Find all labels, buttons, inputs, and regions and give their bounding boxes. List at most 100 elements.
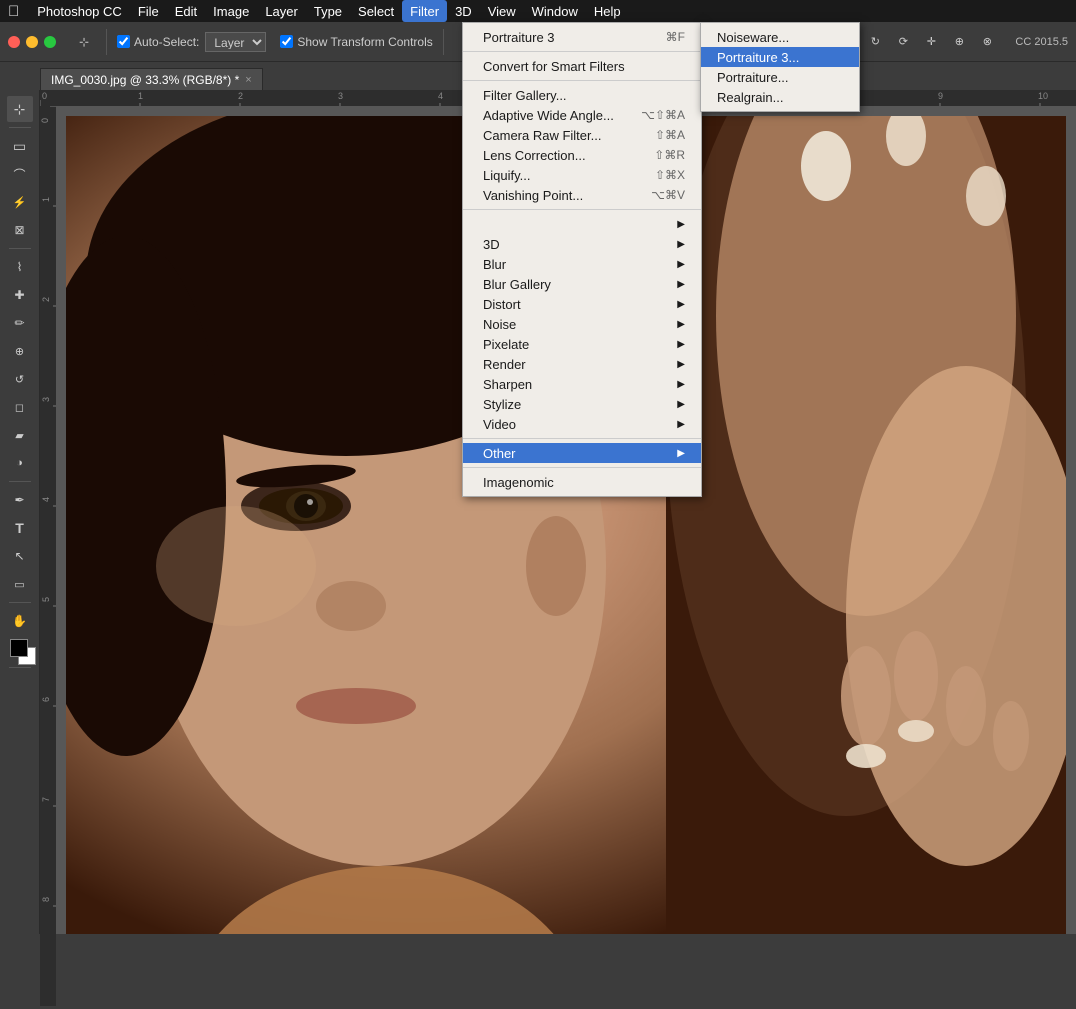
auto-select-label: Auto-Select: xyxy=(134,35,199,49)
menu-item-video[interactable]: Stylize ▶ xyxy=(463,394,701,414)
menu-item-label: Blur Gallery xyxy=(483,277,551,292)
maximize-button[interactable] xyxy=(44,36,56,48)
submenu-arrow-icon: ▶ xyxy=(677,359,685,370)
color-swatches xyxy=(3,677,37,707)
menu-item-label: Convert for Smart Filters xyxy=(483,59,625,74)
svg-text:3: 3 xyxy=(338,91,343,101)
menu-item-3d[interactable]: ▶ xyxy=(463,214,701,234)
toolbar-sep-1 xyxy=(106,29,107,55)
quick-select-tool[interactable]: ⚡ xyxy=(7,189,33,215)
submenu-item-noiseware[interactable]: Noiseware... xyxy=(701,27,859,47)
submenu-item-label: Portraiture 3... xyxy=(717,50,799,65)
menu-item-stylize[interactable]: Sharpen ▶ xyxy=(463,374,701,394)
menu-item-label: Liquify... xyxy=(483,168,530,183)
menu-shortcut: ⇧⌘R xyxy=(654,148,685,162)
pen-tool[interactable]: ✒ xyxy=(7,487,33,513)
crop-tool[interactable]: ⊠ xyxy=(7,217,33,243)
3d-roll-icon[interactable]: ⟳ xyxy=(891,30,915,54)
submenu-arrow-icon: ▶ xyxy=(677,339,685,350)
hand-tool[interactable]: ✋ xyxy=(7,608,33,634)
auto-select-dropdown[interactable]: Layer xyxy=(205,32,266,52)
submenu-item-portraiture[interactable]: Portraiture... xyxy=(701,67,859,87)
menu-item-noise[interactable]: Distort ▶ xyxy=(463,294,701,314)
menu-shortcut: ⌥⌘V xyxy=(651,188,685,202)
menu-item-adaptive[interactable]: Adaptive Wide Angle... ⌥⇧⌘A xyxy=(463,105,701,125)
submenu-arrow-icon: ▶ xyxy=(677,379,685,390)
dodge-tool[interactable]: ◑ xyxy=(7,450,33,476)
minimize-button[interactable] xyxy=(26,36,38,48)
submenu-item-portraiture3[interactable]: Portraiture 3... xyxy=(701,47,859,67)
menu-item-label: Pixelate xyxy=(483,337,529,352)
menu-item-blur-gallery[interactable]: Blur ▶ xyxy=(463,254,701,274)
menu-3d[interactable]: 3D xyxy=(447,0,480,22)
menu-item-pixelate[interactable]: Noise ▶ xyxy=(463,314,701,334)
svg-text:6: 6 xyxy=(41,697,51,702)
menu-item-liquify[interactable]: Liquify... ⇧⌘X xyxy=(463,165,701,185)
shape-tool[interactable]: ▭ xyxy=(7,571,33,597)
3d-scale-icon[interactable]: ⊗ xyxy=(975,30,999,54)
brush-tool[interactable]: ✏ xyxy=(7,310,33,336)
type-tool[interactable]: T xyxy=(7,515,33,541)
auto-select-input[interactable] xyxy=(117,35,130,48)
svg-text:1: 1 xyxy=(41,197,51,202)
menu-item-label: Adaptive Wide Angle... xyxy=(483,108,614,123)
history-brush-tool[interactable]: ↺ xyxy=(7,366,33,392)
menu-photoshop[interactable]: Photoshop CC xyxy=(29,0,130,22)
move-tool-icon[interactable]: ⊹ xyxy=(72,30,96,54)
healing-tool[interactable]: ✚ xyxy=(7,282,33,308)
menu-item-lens[interactable]: Lens Correction... ⇧⌘R xyxy=(463,145,701,165)
apple-menu[interactable]:  xyxy=(8,3,19,20)
menu-select[interactable]: Select xyxy=(350,0,402,22)
tab-close-button[interactable]: × xyxy=(245,74,251,86)
menu-filter[interactable]: Filter xyxy=(402,0,447,22)
path-select-tool[interactable]: ↖ xyxy=(7,543,33,569)
menu-item-imagenomic[interactable]: Other ▶ xyxy=(463,443,701,463)
svg-text:8: 8 xyxy=(41,897,51,902)
menu-shortcut: ⇧⌘A xyxy=(655,128,685,142)
menu-item-distort[interactable]: Blur Gallery ▶ xyxy=(463,274,701,294)
eyedropper-tool[interactable]: ⌇ xyxy=(7,254,33,280)
menu-item-convert[interactable]: Convert for Smart Filters xyxy=(463,56,701,76)
menu-file[interactable]: File xyxy=(130,0,167,22)
menu-sep-4 xyxy=(463,467,701,468)
menu-view[interactable]: View xyxy=(480,0,524,22)
show-transform-checkbox[interactable]: Show Transform Controls xyxy=(280,35,432,49)
submenu-item-realgrain[interactable]: Realgrain... xyxy=(701,87,859,107)
eraser-tool[interactable]: ◻ xyxy=(7,394,33,420)
menu-item-label: 3D xyxy=(483,237,500,252)
submenu-arrow-icon: ▶ xyxy=(677,319,685,330)
menu-item-other[interactable]: Video ▶ xyxy=(463,414,701,434)
menu-item-camera-raw[interactable]: Camera Raw Filter... ⇧⌘A xyxy=(463,125,701,145)
menu-window[interactable]: Window xyxy=(524,0,586,22)
menu-sep-0 xyxy=(463,51,701,52)
close-button[interactable] xyxy=(8,36,20,48)
auto-select-checkbox[interactable]: Auto-Select: xyxy=(117,35,199,49)
foreground-color-swatch[interactable] xyxy=(10,639,28,657)
3d-slide-icon[interactable]: ⊕ xyxy=(947,30,971,54)
menu-type[interactable]: Type xyxy=(306,0,350,22)
stamp-tool[interactable]: ⊕ xyxy=(7,338,33,364)
document-tab[interactable]: IMG_0030.jpg @ 33.3% (RGB/8*) * × xyxy=(40,68,263,90)
menu-item-gallery[interactable]: Filter Gallery... xyxy=(463,85,701,105)
move-tool[interactable]: ⊹ xyxy=(7,96,33,122)
show-transform-input[interactable] xyxy=(280,35,293,48)
lasso-tool[interactable]: ⌒ xyxy=(7,161,33,187)
menu-item-blur[interactable]: 3D ▶ xyxy=(463,234,701,254)
marquee-tool[interactable]: ▭ xyxy=(7,133,33,159)
menu-item-label: Imagenomic xyxy=(483,475,554,490)
svg-text:2: 2 xyxy=(238,91,243,101)
svg-text:3: 3 xyxy=(41,397,51,402)
3d-rotate-icon[interactable]: ↻ xyxy=(863,30,887,54)
menu-help[interactable]: Help xyxy=(586,0,629,22)
menu-image[interactable]: Image xyxy=(205,0,257,22)
menu-layer[interactable]: Layer xyxy=(257,0,306,22)
menu-item-sharpen[interactable]: Render ▶ xyxy=(463,354,701,374)
submenu-item-label: Realgrain... xyxy=(717,90,783,105)
gradient-tool[interactable]: ▰ xyxy=(7,422,33,448)
menu-item-vanishing[interactable]: Vanishing Point... ⌥⌘V xyxy=(463,185,701,205)
menu-edit[interactable]: Edit xyxy=(167,0,205,22)
menu-item-browse[interactable]: Imagenomic xyxy=(463,472,701,492)
menu-item-portraiture3-top[interactable]: Portraiture 3 ⌘F xyxy=(463,27,701,47)
menu-item-render[interactable]: Pixelate ▶ xyxy=(463,334,701,354)
3d-pan-icon[interactable]: ✛ xyxy=(919,30,943,54)
